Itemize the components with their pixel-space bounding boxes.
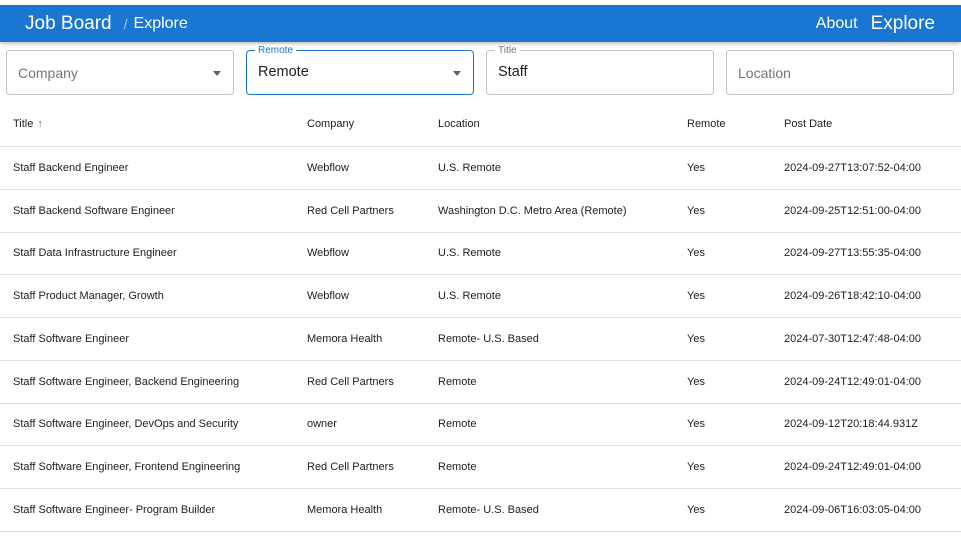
cell-title: Staff Software Engineer, Frontend Engine… bbox=[13, 461, 241, 474]
cell-location: Remote bbox=[438, 418, 477, 431]
jobs-table: Title ↑ Company Location Remote Post Date… bbox=[0, 102, 961, 532]
cell-post-date: 2024-09-24T12:49:01-04:00 bbox=[784, 461, 921, 474]
table-row[interactable]: Staff Software Engineer, Backend Enginee… bbox=[0, 361, 961, 404]
cell-company: Webflow bbox=[307, 161, 349, 174]
header-remote[interactable]: Remote bbox=[687, 118, 784, 130]
cell-company: owner bbox=[307, 418, 337, 431]
remote-value: Remote bbox=[258, 64, 309, 80]
cell-remote: Yes bbox=[687, 375, 705, 388]
table-body: Staff Backend Engineer Webflow U.S. Remote… bbox=[0, 147, 961, 532]
cell-post-date: 2024-09-27T13:07:52-04:00 bbox=[784, 161, 921, 174]
cell-title: Staff Product Manager, Growth bbox=[13, 290, 164, 303]
cell-company: Red Cell Partners bbox=[307, 375, 394, 388]
breadcrumb-separator: / bbox=[123, 15, 128, 32]
cell-title: Staff Backend Software Engineer bbox=[13, 204, 175, 217]
table-row[interactable]: Staff Software Engineer Memora Health Remo… bbox=[0, 318, 961, 361]
cell-location: Remote- U.S. Based bbox=[438, 332, 539, 345]
dropdown-caret-icon[interactable] bbox=[213, 71, 221, 76]
cell-company: Red Cell Partners bbox=[307, 461, 394, 474]
cell-location: U.S. Remote bbox=[438, 247, 501, 260]
header-location[interactable]: Location bbox=[438, 118, 687, 130]
cell-location: Remote- U.S. Based bbox=[438, 503, 539, 516]
cell-post-date: 2024-09-27T13:55:35-04:00 bbox=[784, 247, 921, 260]
cell-post-date: 2024-09-06T16:03:05-04:00 bbox=[784, 503, 921, 516]
cell-post-date: 2024-09-25T12:51:00-04:00 bbox=[784, 204, 921, 217]
cell-company: Webflow bbox=[307, 247, 349, 260]
dropdown-caret-icon[interactable] bbox=[453, 71, 461, 76]
header-title-label: Title bbox=[13, 118, 34, 130]
cell-company: Webflow bbox=[307, 290, 349, 303]
cell-post-date: 2024-09-26T18:42:10-04:00 bbox=[784, 290, 921, 303]
table-row[interactable]: Staff Backend Engineer Webflow U.S. Remote… bbox=[0, 147, 961, 190]
cell-title: Staff Software Engineer, DevOps and Secu… bbox=[13, 418, 239, 431]
company-select[interactable]: Company bbox=[6, 50, 234, 95]
table-row[interactable]: Staff Software Engineer, DevOps and Secu… bbox=[0, 404, 961, 447]
cell-title: Staff Data Infrastructure Engineer bbox=[13, 247, 177, 260]
nav-explore-link[interactable]: Explore bbox=[871, 13, 935, 35]
table-header-row: Title ↑ Company Location Remote Post Date bbox=[0, 102, 961, 147]
arrow-upward-icon[interactable]: ↑ bbox=[37, 118, 43, 130]
cell-remote: Yes bbox=[687, 461, 705, 474]
location-input[interactable]: Location bbox=[726, 50, 954, 95]
app-bar: Job Board / Explore About Explore bbox=[0, 5, 961, 42]
cell-location: Washington D.C. Metro Area (Remote) bbox=[438, 204, 627, 217]
cell-remote: Yes bbox=[687, 332, 705, 345]
cell-remote: Yes bbox=[687, 204, 705, 217]
title-label: Title bbox=[495, 45, 520, 56]
cell-company: Memora Health bbox=[307, 332, 383, 345]
cell-remote: Yes bbox=[687, 247, 705, 260]
nav-about-link[interactable]: About bbox=[816, 15, 858, 33]
table-row[interactable]: Staff Data Infrastructure Engineer Webflo… bbox=[0, 233, 961, 276]
cell-title: Staff Backend Engineer bbox=[13, 161, 129, 174]
table-row[interactable]: Staff Software Engineer- Program Builder… bbox=[0, 489, 961, 532]
cell-title: Staff Software Engineer, Backend Enginee… bbox=[13, 375, 240, 388]
remote-label: Remote bbox=[255, 45, 297, 56]
header-company[interactable]: Company bbox=[307, 118, 438, 130]
cell-location: Remote bbox=[438, 461, 477, 474]
title-value: Staff bbox=[498, 64, 528, 80]
table-row[interactable]: Staff Product Manager, Growth Webflow U.S.… bbox=[0, 275, 961, 318]
header-title[interactable]: Title ↑ bbox=[0, 118, 307, 130]
cell-post-date: 2024-07-30T12:47:48-04:00 bbox=[784, 332, 921, 345]
location-placeholder: Location bbox=[738, 65, 791, 81]
cell-location: U.S. Remote bbox=[438, 161, 501, 174]
cell-post-date: 2024-09-12T20:18:44.931Z bbox=[784, 418, 918, 431]
cell-location: U.S. Remote bbox=[438, 290, 501, 303]
remote-select[interactable]: Remote Remote bbox=[246, 45, 474, 95]
company-placeholder: Company bbox=[18, 65, 78, 81]
filter-bar: Company Remote Remote Title Staff Locati… bbox=[6, 45, 954, 95]
breadcrumb-explore[interactable]: Explore bbox=[134, 15, 188, 33]
table-row[interactable]: Staff Backend Software Engineer Red Cell … bbox=[0, 190, 961, 233]
cell-remote: Yes bbox=[687, 161, 705, 174]
cell-title: Staff Software Engineer- Program Builder bbox=[13, 503, 216, 516]
cell-company: Memora Health bbox=[307, 503, 383, 516]
brand-title[interactable]: Job Board bbox=[25, 13, 112, 35]
cell-location: Remote bbox=[438, 375, 477, 388]
cell-remote: Yes bbox=[687, 503, 705, 516]
cell-post-date: 2024-09-24T12:49:01-04:00 bbox=[784, 375, 921, 388]
header-post-date[interactable]: Post Date bbox=[784, 118, 961, 130]
title-input[interactable]: Title Staff bbox=[486, 45, 714, 95]
cell-remote: Yes bbox=[687, 290, 705, 303]
table-row[interactable]: Staff Software Engineer, Frontend Engine… bbox=[0, 446, 961, 489]
cell-title: Staff Software Engineer bbox=[13, 332, 129, 345]
cell-remote: Yes bbox=[687, 418, 705, 431]
cell-company: Red Cell Partners bbox=[307, 204, 394, 217]
